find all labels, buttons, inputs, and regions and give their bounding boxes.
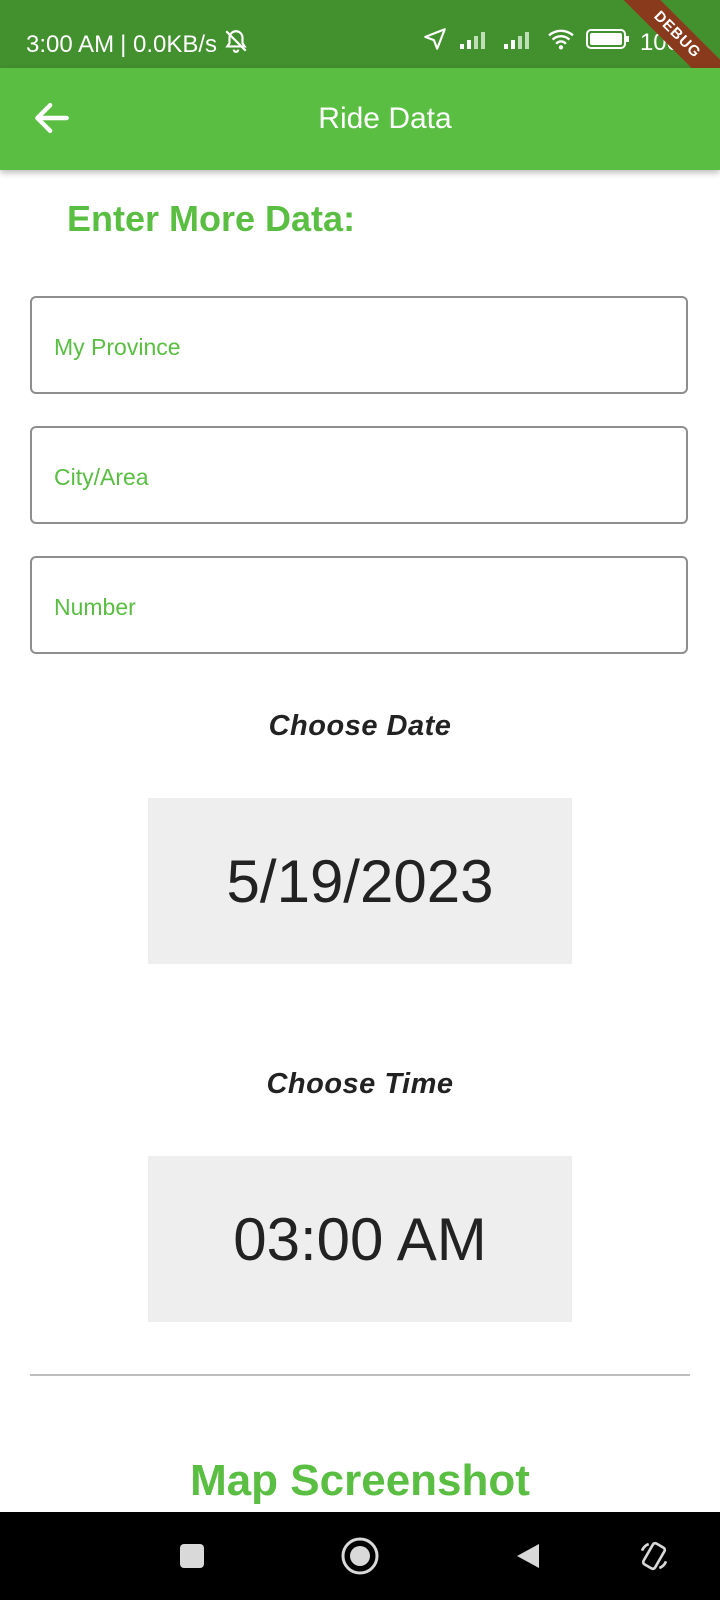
signal-icon [458,28,492,57]
square-icon [180,1544,204,1568]
back-nav-button[interactable] [508,1536,548,1576]
divider [30,1374,690,1376]
bell-off-icon [223,28,249,61]
section-title: Enter More Data: [67,198,356,239]
choose-time-label: Choose Time [266,1068,454,1100]
status-right: 100 [422,26,680,59]
app-bar: Ride Data [0,68,720,170]
status-bar: 3:00 AM | 0.0KB/s 100 DEBUG [0,0,720,68]
page-title: Ride Data [318,102,452,135]
date-value: 5/19/2023 [226,847,494,915]
wifi-icon [546,27,576,58]
home-button[interactable] [340,1536,380,1576]
rotate-button[interactable] [634,1536,674,1576]
time-value: 03:00 AM [233,1205,487,1273]
status-time: 3:00 AM [26,30,115,58]
network-speed: | 0.0KB/s [120,30,218,58]
date-picker-button[interactable]: 5/19/2023 [148,798,572,964]
city-input[interactable] [52,428,666,526]
signal-icon-2 [502,28,536,57]
battery-icon [585,28,630,57]
location-icon [422,26,448,59]
province-field[interactable] [30,296,688,396]
map-screenshot-title: Map Screenshot [190,1456,530,1505]
home-circle-icon [341,1537,379,1575]
status-left: 3:00 AM | 0.0KB/s [26,28,249,61]
recents-button[interactable] [172,1536,212,1576]
province-input[interactable] [52,298,666,396]
number-field[interactable] [30,556,688,656]
number-input[interactable] [52,558,666,656]
system-nav-bar [0,1512,720,1600]
time-picker-button[interactable]: 03:00 AM [148,1156,572,1322]
back-triangle-icon [517,1544,539,1568]
rotate-icon [640,1541,668,1571]
city-field[interactable] [30,426,688,526]
form-content: Enter More Data: Choose Date 5/19/2023 C… [0,170,720,1512]
choose-date-label: Choose Date [268,710,452,742]
